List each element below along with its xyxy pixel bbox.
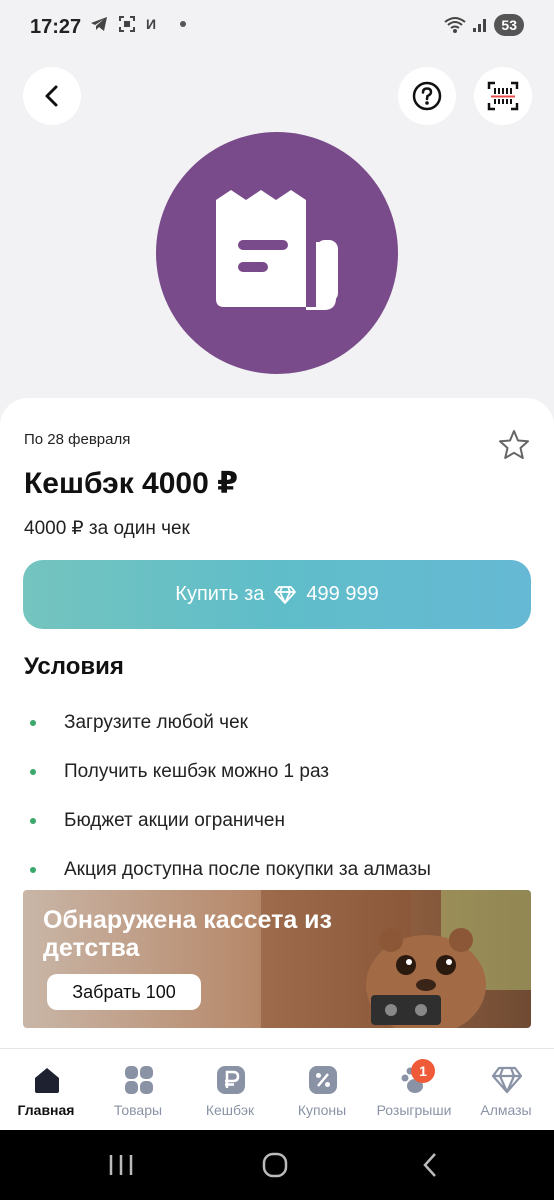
offer-card: По 28 февраля Кешбэк 4000 ₽ 4000 ₽ за од… (0, 398, 554, 1058)
question-icon (412, 81, 442, 111)
list-item: Акция доступна после покупки за алмазы (30, 845, 431, 894)
back-button[interactable] (23, 67, 81, 125)
status-time: 17:27 (30, 16, 82, 38)
bullet-icon (30, 817, 36, 824)
home-circle-icon[interactable] (262, 1152, 288, 1178)
notification-dot-icon (180, 21, 187, 27)
buy-button-price: 499 999 (306, 583, 379, 605)
back-nav-icon[interactable] (420, 1152, 440, 1178)
promo-banner[interactable]: Обнаружена кассета из детства Забрать 10… (23, 890, 531, 1028)
recent-apps-icon[interactable] (108, 1153, 134, 1177)
nav-item-home[interactable]: Главная (0, 1049, 92, 1131)
grid-icon (123, 1064, 155, 1096)
home-icon (31, 1064, 63, 1096)
notification-badge: 1 (411, 1059, 435, 1083)
bullet-icon (30, 719, 36, 726)
chevron-left-icon (45, 85, 58, 107)
scan-receipt-button[interactable] (474, 67, 532, 125)
system-nav-bar (0, 1130, 554, 1200)
nav-label: Розыгрыши (376, 1102, 452, 1118)
offer-date: По 28 февраля (24, 431, 131, 448)
nav-item-diamonds[interactable]: Алмазы (460, 1049, 552, 1131)
nav-item-giveaways[interactable]: 1 Розыгрыши (368, 1049, 460, 1131)
buy-button[interactable]: Купить за 499 999 (23, 560, 531, 629)
offer-subtitle: 4000 ₽ за один чек (24, 518, 190, 539)
nav-item-coupons[interactable]: Купоны (276, 1049, 368, 1131)
diamond-icon (274, 585, 297, 604)
conditions-list: Загрузите любой чек Получить кешбэк можн… (30, 698, 431, 894)
list-item: Бюджет акции ограничен (30, 796, 431, 845)
nav-item-products[interactable]: Товары (92, 1049, 184, 1131)
carrier-letter: И (146, 16, 157, 32)
telegram-icon (91, 17, 107, 31)
receipt-icon (216, 190, 338, 310)
screenshot-icon (119, 16, 135, 32)
barcode-scan-icon (487, 81, 519, 111)
list-item: Загрузите любой чек (30, 698, 431, 747)
percent-icon (307, 1064, 339, 1096)
nav-label: Главная (17, 1102, 75, 1118)
conditions-title: Условия (24, 653, 124, 680)
nav-label: Купоны (297, 1102, 347, 1118)
nav-item-cashback[interactable]: Кешбэк (184, 1049, 276, 1131)
beaver-mascot-icon (366, 928, 486, 1028)
list-item: Получить кешбэк можно 1 раз (30, 747, 431, 796)
wifi-icon (444, 17, 467, 33)
nav-label: Кешбэк (205, 1102, 255, 1118)
nav-label: Товары (113, 1102, 163, 1118)
bullet-icon (30, 866, 36, 873)
banner-claim-button[interactable]: Забрать 100 (47, 974, 201, 1010)
diamond-icon (491, 1064, 523, 1096)
ruble-icon (215, 1064, 247, 1096)
nav-label: Алмазы (480, 1102, 532, 1118)
bullet-icon (30, 768, 36, 775)
buy-button-label: Купить за (175, 583, 265, 605)
favorite-button[interactable] (497, 428, 531, 467)
signal-icon (473, 19, 487, 32)
battery-indicator: 53 (494, 14, 524, 36)
star-icon (499, 430, 529, 459)
help-button[interactable] (398, 67, 456, 125)
receipt-hero-image (156, 132, 398, 374)
banner-title: Обнаружена кассета из детства (43, 906, 332, 962)
bottom-nav: Главная Товары Кешбэк Купоны 1 Розыгрыши… (0, 1048, 554, 1131)
status-bar: 17:27 И 53 (0, 0, 554, 50)
offer-title: Кешбэк 4000 ₽ (24, 467, 238, 500)
